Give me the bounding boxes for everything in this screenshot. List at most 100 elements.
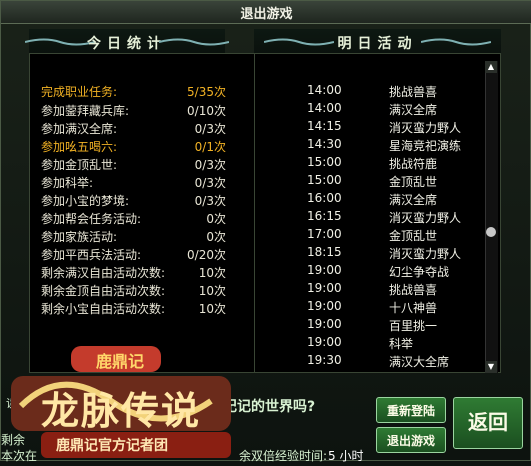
stat-label: 参加家族活动: xyxy=(41,230,118,244)
activity-name: 挑战兽喜 xyxy=(389,283,438,297)
stat-row: 参加小宝的梦境: 0/3次 xyxy=(41,192,241,210)
stat-label: 剩余金顶自由活动次数: xyxy=(41,284,166,298)
stat-value: 10次 xyxy=(198,266,226,280)
stat-value: 10次 xyxy=(198,302,226,316)
activity-row: 19:00 百里挑一 xyxy=(307,317,487,335)
activity-time: 19:00 xyxy=(307,281,342,295)
stat-label: 剩余小宝自由活动次数: xyxy=(41,302,166,316)
activity-time: 17:00 xyxy=(307,227,342,241)
activity-row: 14:00 满汉全席 xyxy=(307,101,487,119)
titlebar: 退出游戏 xyxy=(1,1,531,24)
activity-time: 15:00 xyxy=(307,155,342,169)
stat-value: 0/3次 xyxy=(194,122,226,136)
scroll-down-icon[interactable]: ▼ xyxy=(485,361,497,373)
stat-value: 0/20次 xyxy=(187,248,226,262)
activity-row: 18:15 消灭蛮力野人 xyxy=(307,245,487,263)
activity-time: 16:15 xyxy=(307,209,342,223)
stat-row: 参加满汉全席: 0/3次 xyxy=(41,120,241,138)
stat-value: 10次 xyxy=(198,284,226,298)
stat-row: 完成职业任务: 5/35次 xyxy=(41,83,241,101)
activity-name: 十八神兽 xyxy=(389,301,438,315)
stat-value: 0/3次 xyxy=(194,158,226,172)
activity-name: 金顶乱世 xyxy=(389,175,438,189)
activity-time: 14:30 xyxy=(307,137,342,151)
stat-row: 参加科举: 0/3次 xyxy=(41,174,241,192)
activity-time: 14:00 xyxy=(307,83,342,97)
stat-label: 参加帮会任务活动: xyxy=(41,212,142,226)
right-ornament-icon xyxy=(159,38,229,46)
window-title: 退出游戏 xyxy=(240,7,293,22)
stat-row: 参加吆五喝六: 0/1次 xyxy=(41,138,241,156)
stat-label: 参加满汉全席: xyxy=(41,122,118,136)
logo-big-text: 龙脉传说 xyxy=(41,389,202,433)
activity-name: 科举 xyxy=(389,337,414,351)
activity-row: 15:00 挑战符鹿 xyxy=(307,155,487,173)
activity-time: 18:15 xyxy=(307,245,342,259)
stat-value: 0次 xyxy=(206,230,226,244)
activity-row: 14:00 挑战兽喜 xyxy=(307,83,487,101)
stat-value: 0/3次 xyxy=(194,176,226,190)
stat-label: 参加金顶乱世: xyxy=(41,158,118,172)
logo-tagline: 鹿鼎记官方记者团 xyxy=(56,438,168,454)
scroll-thumb[interactable] xyxy=(486,227,496,237)
activity-row: 16:00 满汉全席 xyxy=(307,191,487,209)
activity-row: 14:30 星海竞祀演练 xyxy=(307,137,487,155)
stat-row: 参加蓥拜藏兵库: 0/10次 xyxy=(41,102,241,120)
activity-name: 幻尘争夺战 xyxy=(389,265,450,279)
activity-name: 消灭蛮力野人 xyxy=(389,211,462,225)
stat-value: 5/35次 xyxy=(187,85,226,99)
activity-time: 14:00 xyxy=(307,101,342,115)
activity-name: 金顶乱世 xyxy=(389,229,438,243)
activity-row: 17:00 金顶乱世 xyxy=(307,227,487,245)
activity-time: 19:00 xyxy=(307,263,342,277)
stat-label: 完成职业任务: xyxy=(41,85,118,99)
game-logo: 鹿鼎记 龙脉传说 鹿鼎记官方记者团 xyxy=(1,346,251,462)
stat-label: 参加科举: xyxy=(41,176,94,190)
activity-name: 百里挑一 xyxy=(389,319,438,333)
stat-value: 0次 xyxy=(206,212,226,226)
activity-time: 16:00 xyxy=(307,191,342,205)
activity-row: 19:00 科举 xyxy=(307,335,487,353)
activity-row: 19:00 挑战兽喜 xyxy=(307,281,487,299)
exit-game-button[interactable]: 退出游戏 xyxy=(376,427,446,453)
logo-brand: 鹿鼎记 xyxy=(96,352,145,371)
activity-name: 消灭蛮力野人 xyxy=(389,121,462,135)
stat-label: 参加小宝的梦境: xyxy=(41,194,130,208)
activity-name: 满汉大全席 xyxy=(389,355,450,369)
activity-name: 挑战兽喜 xyxy=(389,85,438,99)
activity-name: 满汉全席 xyxy=(389,193,438,207)
activity-time: 19:00 xyxy=(307,299,342,313)
activity-time: 19:00 xyxy=(307,335,342,349)
activity-row: 14:15 消灭蛮力野人 xyxy=(307,119,487,137)
stat-value: 0/1次 xyxy=(194,140,226,154)
activity-name: 消灭蛮力野人 xyxy=(389,247,462,261)
stat-row: 参加家族活动: 0次 xyxy=(41,228,241,246)
activity-time: 15:00 xyxy=(307,173,342,187)
scroll-up-icon[interactable]: ▲ xyxy=(485,61,497,73)
stat-value: 0/3次 xyxy=(194,194,226,208)
activity-name: 挑战符鹿 xyxy=(389,157,438,171)
stat-row: 参加平西兵法活动: 0/20次 xyxy=(41,246,241,264)
stat-label: 剩余满汉自由活动次数: xyxy=(41,266,166,280)
relogin-button[interactable]: 重新登陆 xyxy=(376,397,446,423)
activity-row: 16:15 消灭蛮力野人 xyxy=(307,209,487,227)
back-button[interactable]: 返回 xyxy=(453,397,523,449)
activity-name: 星海竞祀演练 xyxy=(389,139,462,153)
double-exp-value: 5 小时 xyxy=(328,449,364,463)
stat-row: 剩余小宝自由活动次数: 10次 xyxy=(41,300,241,318)
activity-row: 19:00 幻尘争夺战 xyxy=(307,263,487,281)
double-exp-label: 余双倍经验时间: xyxy=(239,449,328,463)
right-ornament-icon xyxy=(421,38,491,46)
stat-row: 剩余金顶自由活动次数: 10次 xyxy=(41,282,241,300)
activity-row: 15:00 金顶乱世 xyxy=(307,173,487,191)
stat-value: 0/10次 xyxy=(187,104,226,118)
activity-row: 19:00 十八神兽 xyxy=(307,299,487,317)
stat-label: 参加平西兵法活动: xyxy=(41,248,142,262)
stat-row: 参加金顶乱世: 0/3次 xyxy=(41,156,241,174)
stat-label: 参加蓥拜藏兵库: xyxy=(41,104,130,118)
activity-row: 19:30 满汉大全席 xyxy=(307,353,487,371)
stat-row: 参加帮会任务活动: 0次 xyxy=(41,210,241,228)
activity-scrollbar[interactable] xyxy=(485,61,498,373)
activity-time: 14:15 xyxy=(307,119,342,133)
activity-name: 满汉全席 xyxy=(389,103,438,117)
